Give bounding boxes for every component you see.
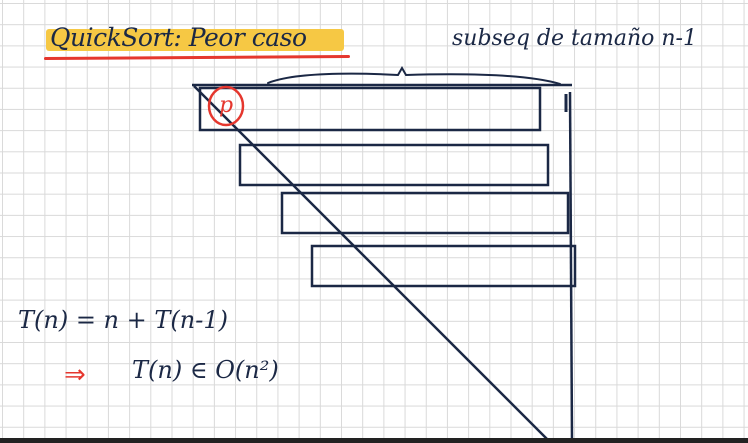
subseq-rect-3 [280, 191, 570, 235]
bottom-edge [0, 438, 748, 443]
quicksort-diagram [192, 65, 577, 441]
pivot-label: p [218, 93, 234, 118]
subseq-brace [267, 65, 561, 85]
right-boundary [568, 91, 574, 441]
recurrence-equation: T(n) = n + T(n-1) [18, 306, 228, 334]
implies-arrow: ⇒ [64, 360, 86, 390]
subseq-rect-4 [310, 244, 577, 288]
complexity-result: T(n) ∈ O(n²) [132, 356, 279, 384]
subseq-rect-1 [198, 86, 542, 132]
diagonal-line [193, 85, 549, 441]
